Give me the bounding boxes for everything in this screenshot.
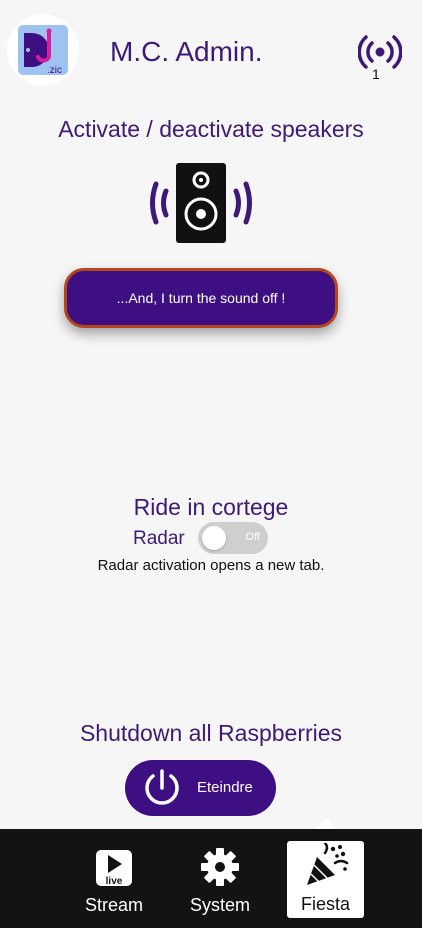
shutdown-section-title: Shutdown all Raspberries <box>79 720 343 746</box>
sound-off-button[interactable]: ...And, I turn the sound off ! <box>64 268 338 328</box>
svg-text:live: live <box>106 876 123 887</box>
speakers-section-title: Activate / deactivate speakers <box>58 116 364 142</box>
nav-item-system[interactable]: System <box>182 829 258 928</box>
radar-label: Radar <box>133 528 185 549</box>
broadcast-icon[interactable] <box>358 34 402 70</box>
toggle-state-text: Off <box>245 531 260 543</box>
header: .zic M.C. Admin. 1 <box>0 0 422 100</box>
active-tab-caret <box>316 818 336 829</box>
nav-item-stream[interactable]: live Stream <box>76 829 152 928</box>
party-popper-icon <box>307 843 349 885</box>
radar-toggle[interactable]: Off <box>198 522 268 554</box>
svg-text:.zic: .zic <box>47 65 62 75</box>
bottom-nav: live Stream System Fiesta <box>0 829 422 928</box>
shutdown-label: Eteindre <box>197 779 253 796</box>
dj-logo-icon: .zic <box>24 28 62 76</box>
connected-count: 1 <box>372 66 380 82</box>
radar-note: Radar activation opens a new tab. <box>97 557 325 574</box>
cortege-section-title: Ride in cortege <box>133 494 289 520</box>
app-logo[interactable]: .zic <box>7 14 79 86</box>
nav-label-system: System <box>189 895 250 915</box>
shutdown-button[interactable]: Eteindre <box>125 760 276 816</box>
toggle-knob <box>202 526 226 550</box>
nav-item-fiesta[interactable]: Fiesta <box>287 841 364 918</box>
gear-icon <box>201 848 239 886</box>
live-play-icon: live <box>96 850 132 887</box>
speaker-icon <box>150 163 252 243</box>
radar-row: Radar Off <box>0 520 422 556</box>
power-icon <box>145 769 179 805</box>
page-title: M.C. Admin. <box>110 36 263 67</box>
logo-badge: .zic <box>18 25 68 76</box>
nav-label-fiesta: Fiesta <box>300 894 351 914</box>
nav-label-stream: Stream <box>84 895 144 915</box>
